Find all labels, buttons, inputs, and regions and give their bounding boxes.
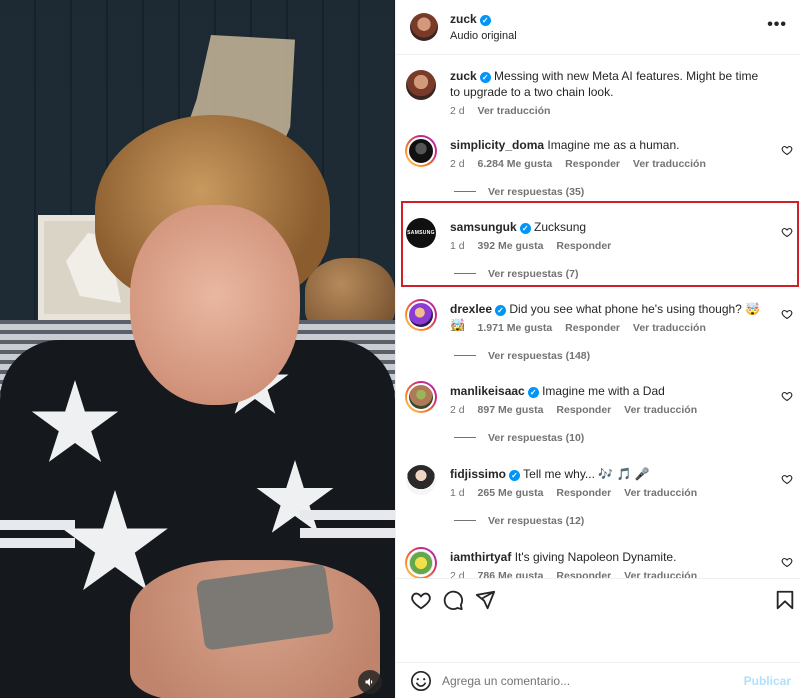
heart-icon[interactable] <box>781 390 793 402</box>
shirt-stripe <box>0 538 75 548</box>
caption-time: 2 d <box>450 105 465 117</box>
verified-badge-icon: ✓ <box>527 387 539 398</box>
avatar[interactable] <box>405 547 437 578</box>
post-side-panel: zuck ✓ Audio original ••• zuck ✓ Messing w… <box>395 0 800 698</box>
comment-time: 2 d <box>450 404 465 416</box>
translate-link[interactable]: Ver traducción <box>633 322 706 334</box>
comment-time: 1 d <box>450 487 465 499</box>
verified-badge-icon: ✓ <box>479 72 491 83</box>
avatar[interactable] <box>405 135 437 167</box>
view-replies-button[interactable]: Ver respuestas (12) <box>454 515 584 527</box>
view-replies-button[interactable]: Ver respuestas (35) <box>454 186 584 198</box>
caption-username[interactable]: zuck <box>450 69 477 83</box>
person-face <box>130 205 300 405</box>
comment-time: 2 d <box>450 570 465 578</box>
shirt-stripe <box>0 520 75 530</box>
verified-badge-icon: ✓ <box>509 470 521 481</box>
publish-button[interactable]: Publicar <box>744 674 791 688</box>
comment-meta: 2 d 786 Me gusta Responder Ver traducció… <box>450 570 707 578</box>
comment-time: 1 d <box>450 322 465 334</box>
comments-list[interactable]: zuck ✓ Messing with new Meta AI features.… <box>396 56 800 578</box>
comment-likes[interactable]: 1.971 Me gusta <box>478 322 553 334</box>
verified-badge-icon: ✓ <box>495 305 507 316</box>
post-media[interactable] <box>0 0 395 698</box>
comment-username[interactable]: fidjissimo <box>450 467 506 481</box>
comment-text: iamthirtyaf It's giving Napoleon Dynamit… <box>450 549 768 565</box>
comment-body: Tell me why... 🎶 🎵 🎤 <box>523 467 650 481</box>
view-replies-button[interactable]: Ver respuestas (10) <box>454 432 584 444</box>
translate-link[interactable]: Ver traducción <box>633 158 706 170</box>
translate-link[interactable]: Ver traducción <box>478 105 551 117</box>
verified-badge-icon: ✓ <box>479 15 491 26</box>
translate-link[interactable]: Ver traducción <box>624 404 697 416</box>
shirt-stripe <box>300 528 395 538</box>
comment-meta: 1 d 1.971 Me gusta Responder Ver traducc… <box>450 322 716 334</box>
avatar[interactable] <box>406 465 436 495</box>
reply-button[interactable]: Responder <box>565 158 620 170</box>
comment-meta: 1 d 265 Me gusta Responder Ver traducció… <box>450 487 707 499</box>
comment-text: fidjissimo ✓ Tell me why... 🎶 🎵 🎤 <box>450 466 768 482</box>
comment-username[interactable]: iamthirtyaf <box>450 550 511 564</box>
post-actions <box>396 578 800 662</box>
comment-username[interactable]: manlikeisaac <box>450 384 525 398</box>
comment-likes[interactable]: 265 Me gusta <box>478 487 544 499</box>
caption-meta: 2 d Ver traducción <box>450 105 560 117</box>
heart-icon[interactable] <box>781 144 793 156</box>
comment-meta: 2 d 897 Me gusta Responder Ver traducció… <box>450 404 707 416</box>
reply-button[interactable]: Responder <box>556 570 611 578</box>
comment-username[interactable]: simplicity_doma <box>450 138 544 152</box>
heart-icon[interactable] <box>781 556 793 568</box>
comment-body: Imagine me as a human. <box>547 138 680 152</box>
translate-link[interactable]: Ver traducción <box>624 487 697 499</box>
comment-likes[interactable]: 786 Me gusta <box>478 570 544 578</box>
shirt-star <box>31 380 119 462</box>
author-username-text[interactable]: zuck <box>450 12 477 26</box>
highlight-box <box>401 201 799 287</box>
reply-button[interactable]: Responder <box>565 322 620 334</box>
comment-input[interactable] <box>442 671 732 691</box>
post-header: zuck ✓ Audio original ••• <box>396 0 800 55</box>
heart-icon[interactable] <box>781 308 793 320</box>
comment-body: Imagine me with a Dad <box>542 384 665 398</box>
share-icon[interactable] <box>474 589 496 611</box>
comment-body: It's giving Napoleon Dynamite. <box>514 550 677 564</box>
comment-username[interactable]: drexlee <box>450 302 492 316</box>
audio-label[interactable]: Audio original <box>450 30 517 42</box>
avatar[interactable] <box>405 381 437 413</box>
heart-icon[interactable] <box>781 473 793 485</box>
bookmark-icon[interactable] <box>774 589 796 611</box>
avatar[interactable] <box>406 70 436 100</box>
view-replies-button[interactable]: Ver respuestas (148) <box>454 350 590 362</box>
comment-meta: 2 d 6.284 Me gusta Responder Ver traducc… <box>450 158 716 170</box>
reply-button[interactable]: Responder <box>556 404 611 416</box>
comment-time: 2 d <box>450 158 465 170</box>
comment-bar: Publicar <box>396 662 800 698</box>
comment-text: manlikeisaac ✓ Imagine me with a Dad <box>450 383 768 399</box>
comment-icon[interactable] <box>442 589 464 611</box>
caption-body: Messing with new Meta AI features. Might… <box>450 69 759 99</box>
shirt-stripe <box>300 510 395 520</box>
comment-likes[interactable]: 6.284 Me gusta <box>478 158 553 170</box>
translate-link[interactable]: Ver traducción <box>624 570 697 578</box>
emoji-icon[interactable] <box>410 670 432 692</box>
author-username[interactable]: zuck ✓ <box>450 12 491 26</box>
comment-text: simplicity_doma Imagine me as a human. <box>450 137 768 153</box>
avatar[interactable] <box>405 299 437 331</box>
caption-text: zuck ✓ Messing with new Meta AI features.… <box>450 68 768 100</box>
heart-icon[interactable] <box>410 589 432 611</box>
more-options-icon[interactable]: ••• <box>767 16 787 34</box>
comment-likes[interactable]: 897 Me gusta <box>478 404 544 416</box>
reply-button[interactable]: Responder <box>556 487 611 499</box>
avatar[interactable] <box>410 13 438 41</box>
speaker-icon[interactable] <box>358 670 382 694</box>
